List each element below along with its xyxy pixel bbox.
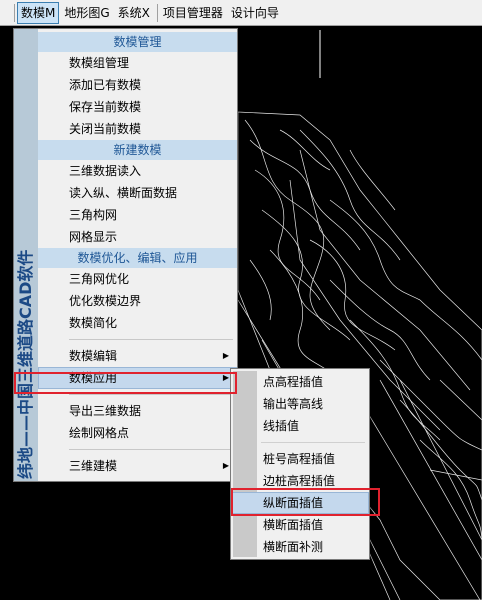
dropdown-items: 数模管理 数模组管理 添加已有数模 保存当前数模 关闭当前数模 新建数模 三维数…: [38, 29, 237, 477]
menu-bar: 数模M 地形图G 系统X 项目管理器 设计向导: [0, 0, 482, 26]
menu-item-add-existing[interactable]: 添加已有数模: [38, 74, 237, 96]
menu-item-close-current[interactable]: 关闭当前数模: [38, 118, 237, 140]
banner-text: 纬地——中国三维道路CAD软件: [16, 249, 35, 479]
menu-separator: [69, 449, 233, 450]
menu-side-banner: 纬地——中国三维道路CAD软件: [14, 29, 38, 481]
menu-separator: [69, 394, 233, 395]
menu-item-draw-grid-points[interactable]: 绘制网格点: [38, 422, 237, 444]
submenu-arrow-icon: ▶: [222, 461, 229, 470]
submenu-arrow-icon: ▶: [222, 373, 229, 382]
menu-item-simplify[interactable]: 数模简化: [38, 312, 237, 334]
submenu-item-side-stake-elevation[interactable]: 边桩高程插值: [231, 470, 369, 492]
menu-item-grid-display[interactable]: 网格显示: [38, 226, 237, 248]
menu-item-tin-optimize[interactable]: 三角网优化: [38, 268, 237, 290]
section-header-xinjian-shumo: 新建数模: [38, 140, 237, 160]
menu-item-shumo-apply[interactable]: 数模应用 ▶: [38, 367, 237, 389]
menu-shumo[interactable]: 数模M: [17, 1, 60, 24]
submenu-item-export-contours[interactable]: 输出等高线: [231, 393, 369, 415]
menu-design-wizard[interactable]: 设计向导: [228, 2, 282, 24]
menu-project-manager[interactable]: 项目管理器: [160, 2, 226, 24]
menu-item-boundary-optimize[interactable]: 优化数模边界: [38, 290, 237, 312]
submenu-item-cross-section-survey[interactable]: 横断面补测: [231, 536, 369, 558]
menu-item-3d-data-read[interactable]: 三维数据读入: [38, 160, 237, 182]
submenu-arrow-icon: ▶: [222, 351, 229, 360]
submenu-item-station-elevation[interactable]: 桩号高程插值: [231, 448, 369, 470]
menu-item-triangulate[interactable]: 三角构网: [38, 204, 237, 226]
section-header-shumo-guanli: 数模管理: [38, 32, 237, 52]
menubar-separator: [156, 3, 158, 22]
menu-item-shumo-edit[interactable]: 数模编辑 ▶: [38, 345, 237, 367]
menu-xitong[interactable]: 系统X: [115, 2, 153, 24]
menu-item-shumozu-guanli[interactable]: 数模组管理: [38, 52, 237, 74]
section-header-youhua: 数模优化、编辑、应用: [38, 248, 237, 268]
shumo-apply-submenu: 点高程插值 输出等高线 线插值 桩号高程插值 边桩高程插值 纵断面插值 横断面插…: [230, 368, 370, 560]
submenu-items: 点高程插值 输出等高线 线插值 桩号高程插值 边桩高程插值 纵断面插值 横断面插…: [231, 371, 369, 558]
submenu-item-line-interp[interactable]: 线插值: [231, 415, 369, 437]
menu-item-label: 数模应用: [69, 371, 118, 385]
submenu-item-cross-section-interp[interactable]: 横断面插值: [231, 514, 369, 536]
menu-item-save-current[interactable]: 保存当前数模: [38, 96, 237, 118]
submenu-separator: [261, 442, 365, 443]
menu-dixingtu[interactable]: 地形图G: [61, 2, 112, 24]
menubar-edge-item[interactable]: [0, 2, 10, 24]
menu-item-label: 三维建模: [69, 459, 118, 473]
menu-item-label: 数模编辑: [69, 349, 118, 363]
menu-item-3d-modeling[interactable]: 三维建模 ▶: [38, 455, 237, 477]
menu-item-export-3d[interactable]: 导出三维数据: [38, 400, 237, 422]
submenu-item-profile-interp[interactable]: 纵断面插值: [231, 492, 369, 514]
menubar-separator: [14, 3, 15, 22]
shumo-dropdown-menu: 纬地——中国三维道路CAD软件 数模管理 数模组管理 添加已有数模 保存当前数模…: [13, 28, 238, 482]
menu-item-read-sections[interactable]: 读入纵、横断面数据: [38, 182, 237, 204]
menu-separator: [69, 339, 233, 340]
submenu-item-point-elevation[interactable]: 点高程插值: [231, 371, 369, 393]
